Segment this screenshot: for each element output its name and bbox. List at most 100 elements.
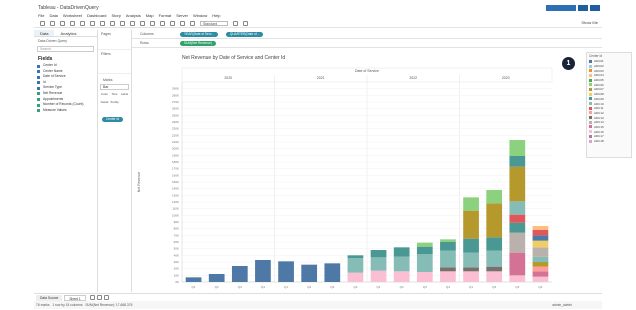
legend-label: ADC08 (594, 92, 604, 97)
legend-swatch (589, 130, 592, 134)
sort-desc-icon[interactable] (150, 20, 155, 26)
y-tick-label: 130K (172, 193, 179, 197)
year-header: 2021 (317, 76, 325, 80)
legend-swatch (589, 125, 592, 129)
share-icon[interactable] (243, 20, 248, 26)
menu-map[interactable]: Map (146, 12, 154, 19)
label-button[interactable]: Label (120, 92, 129, 99)
field-search-input[interactable]: Search (37, 46, 94, 52)
bar-segment (370, 250, 387, 258)
bar-segment (509, 156, 526, 167)
fix-axes-icon[interactable] (190, 20, 195, 26)
pause-icon[interactable] (90, 20, 95, 26)
tableau-logo-icon[interactable] (40, 20, 45, 26)
menu-dashboard[interactable]: Dashboard (87, 12, 107, 19)
marks-color-pill[interactable]: Center Id (102, 117, 124, 122)
group-icon[interactable] (170, 20, 175, 26)
size-button[interactable]: Size (110, 92, 119, 99)
bar-segment (463, 267, 479, 272)
new-story-icon[interactable] (103, 295, 109, 300)
bar-segment (393, 271, 410, 282)
new-datasource-icon[interactable] (80, 20, 85, 26)
legend-swatch (589, 78, 592, 82)
redo-icon[interactable] (60, 20, 65, 26)
cards-pane: Pages Filters Marks Bar Color Size Label… (98, 30, 132, 292)
measure-icon (37, 98, 40, 102)
swap-icon[interactable] (130, 20, 135, 26)
tab-data-source[interactable]: Data Source (36, 294, 63, 301)
bar-segment (463, 210, 479, 239)
highlight-icon[interactable] (160, 20, 165, 26)
columns-pill-quarter[interactable]: QUARTER(Date of... (225, 31, 264, 37)
menu-story[interactable]: Story (112, 12, 121, 19)
tab-sheet-1[interactable]: Sheet 1 (64, 294, 86, 301)
menu-data[interactable]: Data (49, 12, 57, 19)
marks-card-title: Marks (103, 78, 113, 82)
bar-segment (440, 271, 456, 282)
x-tick-label: Q4 (353, 285, 357, 289)
menu-worksheet[interactable]: Worksheet (63, 12, 82, 19)
columns-shelf[interactable]: Columns YEAR(Date of Serv... QUARTER(Dat… (132, 30, 602, 39)
menu-file[interactable]: File (38, 12, 44, 19)
minimize-button[interactable] (578, 5, 588, 11)
save-icon[interactable] (70, 20, 75, 26)
fit-select[interactable]: Standard (200, 20, 228, 26)
mark-type-select[interactable]: Bar (100, 84, 129, 90)
measure-icon (37, 92, 40, 96)
bar-segment (440, 242, 456, 251)
tab-analytics[interactable]: Analytics (54, 30, 82, 36)
user-menu[interactable] (546, 5, 576, 11)
show-me-button[interactable]: Show Me (581, 20, 598, 25)
legend-label: ADC17 (594, 134, 604, 139)
field-label: Id (43, 79, 46, 84)
x-tick-label: Q1 (192, 285, 196, 289)
new-dashboard-icon[interactable] (96, 295, 102, 300)
legend-label: ADC13 (594, 115, 604, 120)
datasource-name[interactable]: Data Driven Query (34, 37, 97, 45)
tooltip-button[interactable]: Tooltip (110, 100, 119, 107)
menu-help[interactable]: Help (212, 12, 220, 19)
menu-analysis[interactable]: Analysis (126, 12, 141, 19)
new-worksheet-icon[interactable] (89, 295, 95, 300)
bar-segment (509, 232, 526, 253)
bar-segment (416, 254, 433, 272)
legend-label: ADC09 (594, 96, 604, 101)
clear-icon[interactable] (120, 20, 125, 26)
detail-button[interactable]: Detail (100, 100, 109, 107)
rows-shelf[interactable]: Rows SUM(Net Revenue) (132, 39, 602, 48)
y-tick-label: 240K (172, 120, 179, 124)
y-tick-label: 190K (172, 153, 179, 157)
columns-pill-year[interactable]: YEAR(Date of Serv... (180, 31, 218, 37)
legend-swatch (589, 92, 592, 96)
rows-pill-net-revenue[interactable]: SUM(Net Revenue) (180, 40, 216, 46)
legend-item[interactable]: ADC18 (587, 139, 631, 144)
measure-icon (37, 109, 40, 113)
chart-view: Net Revenue by Date of Service and Cente… (132, 52, 582, 292)
tab-data[interactable]: Data (34, 30, 55, 36)
field-list: Center Id Center Name Date of Service Id Ser… (34, 63, 97, 113)
field-label: Date of Service (43, 74, 66, 79)
shelves: Columns YEAR(Date of Serv... QUARTER(Dat… (132, 30, 602, 52)
field-label: Appointments (43, 96, 64, 101)
new-sheet-icon[interactable] (100, 20, 105, 26)
legend-swatch (589, 69, 592, 73)
y-axis-label: Net Revenue (137, 172, 141, 192)
menu-format[interactable]: Format (159, 12, 172, 19)
menu-window[interactable]: Window (193, 12, 207, 19)
label-icon[interactable] (180, 20, 185, 26)
close-button[interactable] (590, 5, 600, 11)
field-item[interactable]: Measure Values (34, 108, 97, 114)
duplicate-icon[interactable] (110, 20, 115, 26)
bar-segment (463, 197, 479, 211)
x-tick-label: Q3 (238, 285, 242, 289)
status-marks: 76 marks (36, 303, 50, 307)
bar-segment (370, 257, 387, 271)
presentation-icon[interactable] (233, 20, 238, 26)
color-button[interactable]: Color (100, 92, 109, 99)
y-tick-label: 140K (172, 187, 179, 191)
undo-icon[interactable] (50, 20, 55, 26)
bar-segment (393, 256, 410, 272)
bar-segment (463, 238, 479, 253)
menu-server[interactable]: Server (176, 12, 188, 19)
sort-asc-icon[interactable] (140, 20, 145, 26)
